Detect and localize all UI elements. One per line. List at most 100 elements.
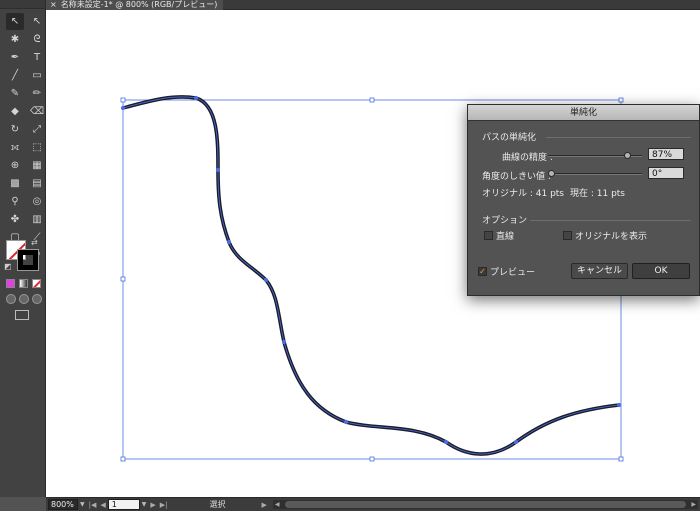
zoom-level-field[interactable]: 800% <box>48 499 78 510</box>
zoom-dropdown-icon[interactable]: ▼ <box>80 501 85 508</box>
draw-inside-icon[interactable] <box>32 294 42 304</box>
artboard-number-field[interactable]: 1 <box>107 499 140 510</box>
gradient-tool-icon[interactable]: ▤ <box>28 175 46 192</box>
show-original-label: オリジナルを表示 <box>575 232 648 242</box>
default-fill-stroke-icon[interactable]: ◩ <box>4 262 12 271</box>
document-tab-bar: × 名称未設定-1* @ 800% (RGB/プレビュー) <box>46 0 700 10</box>
screen-mode-icon[interactable] <box>15 310 29 320</box>
next-artboard-icon[interactable]: ▶ <box>150 501 155 509</box>
artboard-dropdown-icon[interactable]: ▼ <box>142 501 147 508</box>
status-menu-icon[interactable]: ▶ <box>262 501 267 509</box>
pen-tool-icon[interactable]: ✒ <box>6 49 24 66</box>
bbox-handle-middle-left[interactable] <box>120 276 126 282</box>
line-tool-icon[interactable]: ╱ <box>6 67 24 84</box>
anchor-point[interactable] <box>443 439 449 445</box>
selection-tool-icon[interactable]: ↖ <box>6 13 24 30</box>
swap-fill-stroke-icon[interactable]: ⇄ <box>31 238 38 247</box>
paintbrush-tool-icon[interactable]: ✎ <box>6 85 24 102</box>
simplify-path-group-label: パスの単純化 <box>482 133 537 143</box>
rectangle-tool-icon[interactable]: ▭ <box>28 67 46 84</box>
bbox-handle-bottom-left[interactable] <box>120 456 126 462</box>
ok-button[interactable]: OK <box>632 263 690 279</box>
column-graph-tool-icon[interactable]: ▥ <box>28 211 46 228</box>
bbox-handle-top-left[interactable] <box>120 97 126 103</box>
group-divider <box>530 220 691 221</box>
mesh-tool-icon[interactable]: ▩ <box>6 175 24 192</box>
color-mode-icon[interactable] <box>6 279 15 288</box>
anchor-point[interactable] <box>263 277 269 283</box>
straight-lines-label: 直線 <box>496 232 515 242</box>
lasso-tool-icon[interactable]: ᘓ <box>28 31 46 48</box>
current-points-text: 現在 : 11 pts <box>570 189 625 199</box>
toolbox-grip[interactable] <box>0 0 45 9</box>
document-tab-title: 名称未設定-1* @ 800% (RGB/プレビュー) <box>60 0 218 9</box>
preview-checkbox[interactable]: ✓ <box>478 267 487 276</box>
gradient-mode-icon[interactable] <box>19 279 28 288</box>
status-text: 選択 <box>209 500 226 509</box>
bbox-handle-bottom-right[interactable] <box>618 456 624 462</box>
pencil-tool-icon[interactable]: ✏ <box>28 85 46 102</box>
horizontal-scrollbar[interactable]: ◀ ▶ <box>272 500 698 509</box>
tool-grid: ↖↖✱ᘓ✒T╱▭✎✏◆⌫↻⤢⟗⬚⊕▦▩▤⚲◎✤▥▢⟋✋⚲ <box>0 9 45 264</box>
draw-normal-icon[interactable] <box>6 294 16 304</box>
perspective-grid-tool-icon[interactable]: ▦ <box>28 157 46 174</box>
anchor-point[interactable] <box>120 105 126 111</box>
angle-threshold-slider-thumb[interactable] <box>548 170 555 177</box>
fill-stroke-well: ⇄ ◩ <box>4 238 42 272</box>
eraser-tool-icon[interactable]: ⌫ <box>28 103 46 120</box>
none-mode-icon[interactable] <box>32 279 41 288</box>
stroke-swatch[interactable] <box>17 249 39 271</box>
anchor-point[interactable] <box>616 402 622 408</box>
cancel-button[interactable]: キャンセル <box>571 263 628 279</box>
curve-precision-slider-thumb[interactable] <box>624 152 631 159</box>
bbox-handle-top-center[interactable] <box>369 97 375 103</box>
curve-precision-label: 曲線の精度 : <box>502 153 553 163</box>
dialog-title[interactable]: 単純化 <box>468 105 699 121</box>
tab-close-icon[interactable]: × <box>50 0 57 10</box>
preview-label: プレビュー <box>490 268 536 278</box>
magic-wand-tool-icon[interactable]: ✱ <box>6 31 24 48</box>
anchor-point[interactable] <box>226 239 232 245</box>
anchor-point[interactable] <box>215 167 221 173</box>
type-tool-icon[interactable]: T <box>28 49 46 66</box>
blob-brush-tool-icon[interactable]: ◆ <box>6 103 24 120</box>
toolbox-panel: ↖↖✱ᘓ✒T╱▭✎✏◆⌫↻⤢⟗⬚⊕▦▩▤⚲◎✤▥▢⟋✋⚲ ⇄ ◩ <box>0 0 46 497</box>
rotate-tool-icon[interactable]: ↻ <box>6 121 24 138</box>
angle-threshold-slider[interactable] <box>548 170 642 177</box>
draw-behind-icon[interactable] <box>19 294 29 304</box>
direct-selection-tool-icon[interactable]: ↖ <box>28 13 46 30</box>
preview-checkbox-row[interactable]: ✓ プレビュー <box>478 265 535 278</box>
scroll-left-icon[interactable]: ◀ <box>275 500 280 509</box>
anchor-point[interactable] <box>343 419 349 425</box>
eyedropper-tool-icon[interactable]: ⚲ <box>6 193 24 210</box>
prev-artboard-icon[interactable]: ◀ <box>100 501 105 509</box>
scale-tool-icon[interactable]: ⤢ <box>28 121 46 138</box>
scrollbar-thumb[interactable] <box>284 501 686 508</box>
scroll-right-icon[interactable]: ▶ <box>691 500 696 509</box>
width-tool-icon[interactable]: ⟗ <box>6 139 24 156</box>
curve-precision-value[interactable]: 87% <box>648 148 684 160</box>
status-bar: 800% ▼ |◀ ◀ 1 ▼ ▶ ▶| 選択 ▶ ◀ ▶ <box>46 497 700 511</box>
anchor-point[interactable] <box>281 339 287 345</box>
simplify-dialog: 単純化 パスの単純化 曲線の精度 : 87% 角度のしきい値 : 0° オリジナ… <box>467 104 700 296</box>
options-group-label: オプション <box>482 216 528 226</box>
curve-precision-slider[interactable] <box>548 152 642 159</box>
last-artboard-icon[interactable]: ▶| <box>160 501 168 509</box>
free-transform-tool-icon[interactable]: ⬚ <box>28 139 46 156</box>
straight-lines-checkbox[interactable] <box>484 231 493 240</box>
show-original-checkbox-row[interactable]: オリジナルを表示 <box>563 229 647 242</box>
straight-lines-checkbox-row[interactable]: 直線 <box>484 229 514 242</box>
anchor-point[interactable] <box>513 439 519 445</box>
symbol-sprayer-tool-icon[interactable]: ✤ <box>6 211 24 228</box>
document-tab[interactable]: × 名称未設定-1* @ 800% (RGB/プレビュー) <box>46 0 224 10</box>
shape-builder-tool-icon[interactable]: ⊕ <box>6 157 24 174</box>
anchor-point[interactable] <box>193 95 199 101</box>
bbox-handle-top-right[interactable] <box>618 97 624 103</box>
original-points-text: オリジナル : 41 pts <box>482 189 564 199</box>
angle-threshold-value[interactable]: 0° <box>648 167 684 179</box>
angle-threshold-label: 角度のしきい値 : <box>482 172 551 182</box>
bbox-handle-bottom-center[interactable] <box>369 456 375 462</box>
blend-tool-icon[interactable]: ◎ <box>28 193 46 210</box>
first-artboard-icon[interactable]: |◀ <box>89 501 97 509</box>
show-original-checkbox[interactable] <box>563 231 572 240</box>
